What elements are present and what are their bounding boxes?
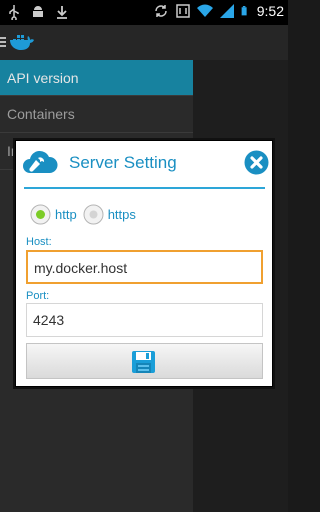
floppy-disk-icon bbox=[132, 351, 155, 373]
protocol-radio-group: http https bbox=[30, 203, 142, 225]
sync-icon bbox=[155, 5, 167, 17]
download-icon bbox=[57, 6, 67, 19]
port-label: Port: bbox=[26, 290, 50, 302]
docker-logo-icon[interactable] bbox=[9, 31, 35, 53]
dialog-title: Server Setting bbox=[69, 153, 177, 172]
dialog-divider bbox=[24, 187, 265, 189]
battery-icon bbox=[241, 6, 247, 16]
save-button[interactable] bbox=[26, 343, 263, 379]
status-bar: 9:52 bbox=[0, 0, 288, 25]
menu-icon[interactable] bbox=[0, 36, 6, 48]
android-debug-icon bbox=[33, 6, 43, 17]
action-bar bbox=[0, 25, 288, 60]
port-input[interactable]: 4243 bbox=[26, 303, 263, 337]
host-label: Host: bbox=[26, 236, 52, 248]
https-radio-button[interactable] bbox=[83, 204, 104, 225]
https-label[interactable]: https bbox=[108, 207, 136, 222]
http-radio-button[interactable] bbox=[30, 204, 51, 225]
dialog-header: Server Setting bbox=[16, 141, 272, 186]
cloud-settings-icon bbox=[23, 150, 58, 173]
signal-icon bbox=[219, 4, 234, 18]
wifi-icon bbox=[196, 4, 213, 17]
nfc-icon bbox=[176, 4, 190, 18]
clock: 9:52 bbox=[256, 3, 284, 19]
usb-icon bbox=[9, 5, 19, 20]
server-setting-dialog: Server Setting http https Host: my.docke… bbox=[15, 140, 273, 387]
drawer-item-api-version[interactable]: API version bbox=[0, 60, 193, 96]
host-input[interactable]: my.docker.host bbox=[26, 250, 263, 284]
http-label[interactable]: http bbox=[55, 207, 77, 222]
close-icon[interactable] bbox=[244, 150, 269, 175]
drawer-item-containers[interactable]: Containers bbox=[0, 96, 193, 133]
